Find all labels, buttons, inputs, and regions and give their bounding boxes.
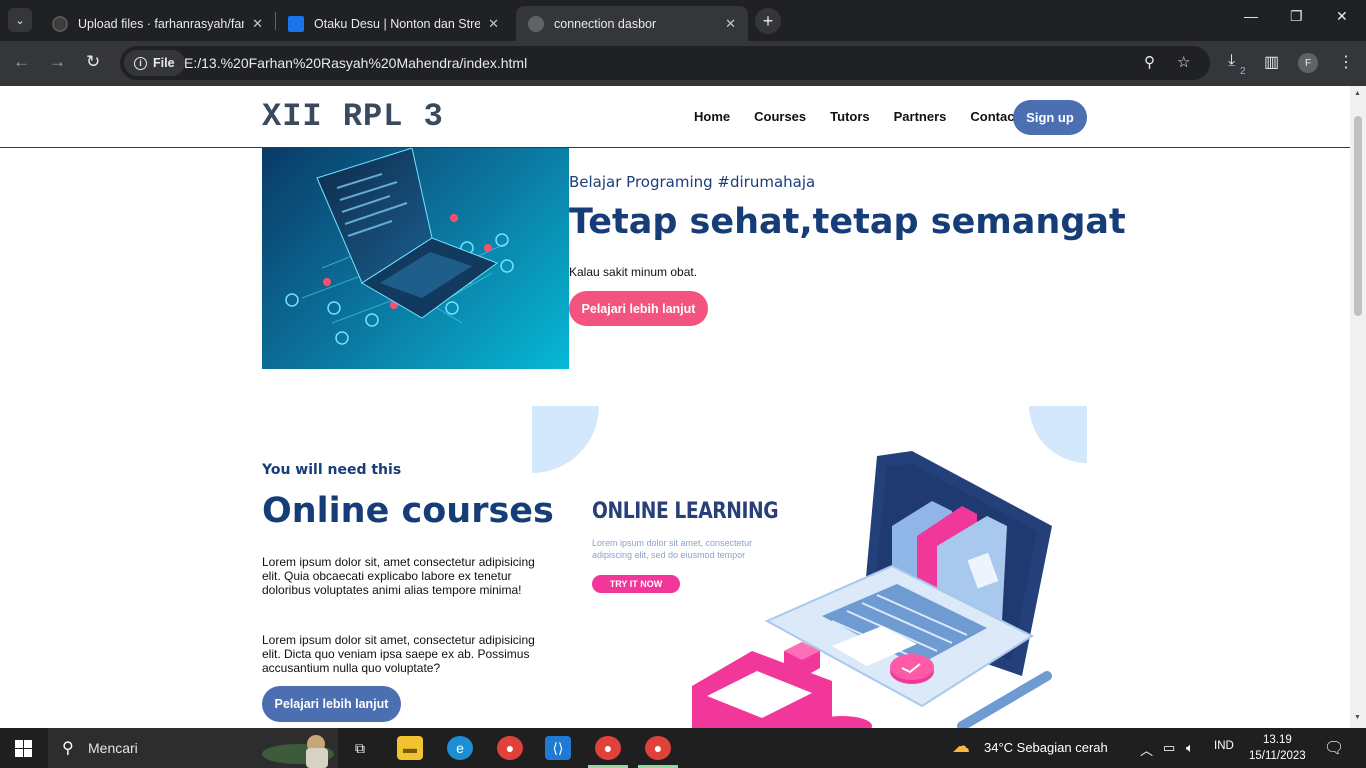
url-text[interactable]: E:/13.%20Farhan%20Rasyah%20Mahendra/inde…	[184, 55, 527, 71]
taskbar-clock[interactable]: 13.19 15/11/2023	[1249, 732, 1306, 764]
hero-laptop-illustration	[262, 148, 569, 369]
profile-avatar[interactable]: F	[1298, 53, 1318, 73]
zoom-icon[interactable]: ⚲	[1144, 53, 1155, 71]
site-icon	[288, 15, 304, 32]
clock-date: 15/11/2023	[1249, 750, 1306, 762]
courses-learn-more-button[interactable]: Pelajari lebih lanjut	[262, 686, 401, 722]
courses-title: Online courses	[262, 491, 554, 531]
address-bar[interactable]: i File E:/13.%20Farhan%20Rasyah%20Mahend…	[120, 46, 1210, 80]
taskbar-search-placeholder: Mencari	[88, 740, 138, 756]
hero-learn-more-button[interactable]: Pelajari lebih lanjut	[569, 291, 708, 326]
browser-tab-bar: ⌄ Upload files · farhanrasyah/farha ✕ Ot…	[0, 0, 1366, 41]
windows-taskbar: ⚲ Mencari ⧉ ▬ e ● ⟨⟩ ● ● ☁ 34°C Sebagian…	[0, 728, 1366, 768]
close-tab-icon[interactable]: ✕	[252, 16, 263, 32]
windows-start-icon[interactable]	[15, 740, 32, 757]
tab-title: Otaku Desu | Nonton dan Stream	[314, 16, 481, 31]
taskbar-search-box[interactable]: ⚲ Mencari	[48, 728, 338, 768]
hero-subtitle: Belajar Programing #dirumahaja	[569, 173, 816, 191]
task-view-icon[interactable]: ⧉	[347, 736, 373, 760]
scroll-up-icon[interactable]: ▲	[1354, 90, 1361, 97]
language-indicator[interactable]: IND	[1214, 740, 1234, 752]
nav-contact[interactable]: Contact	[970, 109, 1018, 124]
page-scrollbar[interactable]: ▲ ▼	[1350, 86, 1366, 728]
site-info-chip[interactable]: i File	[124, 50, 185, 76]
close-tab-icon[interactable]: ✕	[488, 16, 499, 32]
online-learning-illustration	[532, 406, 1087, 728]
minimize-icon[interactable]: —	[1244, 8, 1258, 24]
chrome-icon[interactable]: ●	[497, 736, 523, 760]
courses-paragraph-2: Lorem ipsum dolor sit amet, consectetur …	[262, 633, 535, 675]
weather-icon[interactable]: ☁	[952, 736, 970, 757]
download-badge: 2	[1240, 66, 1246, 77]
notification-icon[interactable]: 🗨︎	[1324, 738, 1344, 758]
nav-tutors[interactable]: Tutors	[830, 109, 869, 124]
vscode-icon[interactable]: ⟨⟩	[545, 736, 571, 760]
tab-connection-dasbor[interactable]: connection dasbor ✕	[516, 6, 748, 41]
courses-paragraph-1: Lorem ipsum dolor sit, amet consectetur …	[262, 555, 535, 597]
search-icon: ⚲	[62, 740, 74, 757]
file-explorer-icon[interactable]: ▬	[397, 736, 423, 760]
chrome-active-icon[interactable]: ●	[645, 736, 671, 760]
volume-icon[interactable]: 🔈︎	[1186, 740, 1194, 756]
illustration-heading: ONLINE LEARNING	[592, 499, 779, 524]
courses-subtitle: You will need this	[262, 462, 402, 478]
tab-otaku-desu[interactable]: Otaku Desu | Nonton dan Stream ✕	[276, 6, 511, 41]
reload-icon[interactable]: ↻	[86, 52, 100, 72]
bookmark-star-icon[interactable]: ☆	[1177, 53, 1190, 71]
side-panel-icon[interactable]: ▥	[1264, 52, 1279, 72]
hero-text: Kalau sakit minum obat.	[569, 265, 698, 279]
download-icon[interactable]: ⤓	[1228, 52, 1235, 70]
scroll-down-icon[interactable]: ▼	[1354, 714, 1361, 721]
nav-courses[interactable]: Courses	[754, 109, 806, 124]
network-icon[interactable]: ▭	[1163, 740, 1175, 756]
close-window-icon[interactable]: ✕	[1336, 8, 1348, 25]
new-tab-button[interactable]: +	[755, 8, 781, 34]
tab-upload-files[interactable]: Upload files · farhanrasyah/farha ✕	[40, 6, 275, 41]
illustration-lorem: Lorem ipsum dolor sit amet, consectetur …	[592, 538, 753, 560]
nav-partners[interactable]: Partners	[894, 109, 947, 124]
weather-text[interactable]: 34°C Sebagian cerah	[984, 740, 1108, 755]
chrome-profile-icon[interactable]: ●	[595, 736, 621, 760]
globe-icon	[528, 15, 544, 32]
hero-title: Tetap sehat,tetap semangat	[569, 202, 1126, 242]
forward-arrow-icon[interactable]: →	[49, 52, 66, 72]
nav-home[interactable]: Home	[694, 109, 730, 124]
tab-title: connection dasbor	[554, 16, 657, 31]
signup-button[interactable]: Sign up	[1013, 100, 1087, 135]
close-tab-icon[interactable]: ✕	[725, 16, 736, 32]
info-icon: i	[134, 56, 147, 70]
site-info-label: File	[153, 56, 175, 70]
restore-icon[interactable]: ❐	[1290, 8, 1303, 25]
scrollbar-thumb[interactable]	[1354, 116, 1362, 316]
search-highlight-icon	[262, 735, 334, 768]
main-nav: Home Courses Tutors Partners Contact	[694, 109, 1019, 124]
site-logo[interactable]: XII RPL 3	[262, 98, 444, 135]
page-viewport: XII RPL 3 Home Courses Tutors Partners C…	[0, 86, 1350, 728]
tray-chevron-icon[interactable]: ︿	[1140, 740, 1153, 759]
clock-time: 13.19	[1262, 734, 1292, 746]
github-icon	[52, 15, 68, 32]
browser-toolbar: ← → ↻ i File E:/13.%20Farhan%20Rasyah%20…	[0, 41, 1366, 86]
tab-search-chevron-icon[interactable]: ⌄	[8, 8, 32, 32]
tab-title: Upload files · farhanrasyah/farha	[78, 16, 245, 31]
site-header: XII RPL 3 Home Courses Tutors Partners C…	[0, 86, 1350, 148]
edge-icon[interactable]: e	[447, 736, 473, 760]
menu-kebab-icon[interactable]: ⋮	[1338, 52, 1354, 72]
illustration-try-button: TRY IT NOW	[592, 575, 680, 593]
back-arrow-icon[interactable]: ←	[13, 52, 30, 72]
